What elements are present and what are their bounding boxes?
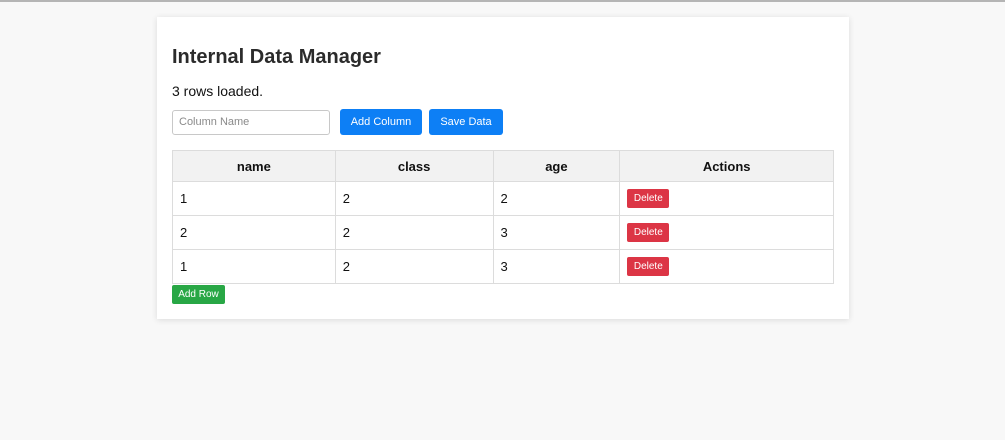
delete-row-button[interactable]: Delete xyxy=(627,223,670,242)
top-border xyxy=(0,0,1005,2)
column-header-actions: Actions xyxy=(619,150,834,182)
table-row: 2 2 3 Delete xyxy=(172,215,834,250)
cell-age[interactable]: 3 xyxy=(492,215,621,250)
cell-age[interactable]: 2 xyxy=(492,181,621,216)
column-header-age: age xyxy=(492,150,621,182)
delete-row-button[interactable]: Delete xyxy=(627,189,670,208)
save-data-button[interactable]: Save Data xyxy=(429,109,503,135)
cell-class[interactable]: 2 xyxy=(334,181,494,216)
status-text: 3 rows loaded. xyxy=(172,83,264,99)
add-row-button[interactable]: Add Row xyxy=(172,285,225,304)
cell-age[interactable]: 3 xyxy=(492,249,621,284)
cell-name[interactable]: 2 xyxy=(172,215,336,250)
column-name-input[interactable] xyxy=(172,109,330,135)
column-header-name: name xyxy=(172,150,336,182)
cell-class[interactable]: 2 xyxy=(334,249,494,284)
toolbar: Add Column Save Data xyxy=(172,109,503,135)
table-row: 1 2 3 Delete xyxy=(172,249,834,284)
table-row: 1 2 2 Delete xyxy=(172,181,834,216)
cell-name[interactable]: 1 xyxy=(172,181,336,216)
cell-actions: Delete xyxy=(619,181,834,216)
cell-name[interactable]: 1 xyxy=(172,249,336,284)
delete-row-button[interactable]: Delete xyxy=(627,257,670,276)
cell-actions: Delete xyxy=(619,249,834,284)
data-manager-card: Internal Data Manager 3 rows loaded. Add… xyxy=(157,17,849,319)
cell-class[interactable]: 2 xyxy=(334,215,494,250)
column-header-class: class xyxy=(334,150,494,182)
add-column-button[interactable]: Add Column xyxy=(340,109,422,135)
table-header-row: name class age Actions xyxy=(172,150,834,182)
page-title: Internal Data Manager xyxy=(172,46,381,68)
data-table: name class age Actions 1 2 2 Delete 2 2 … xyxy=(172,150,834,284)
cell-actions: Delete xyxy=(619,215,834,250)
